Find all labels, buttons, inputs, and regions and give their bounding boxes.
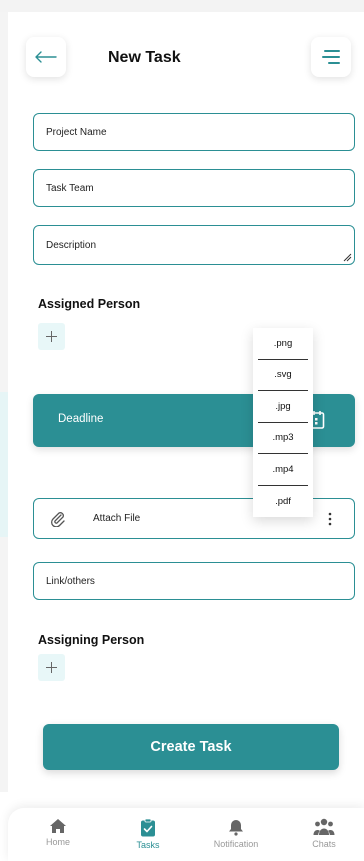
description-field[interactable]: Description <box>33 225 355 265</box>
tasks-icon <box>141 818 155 837</box>
deadline-label: Deadline <box>58 413 104 425</box>
people-icon <box>313 818 335 835</box>
paperclip-icon <box>51 512 65 527</box>
top-strip <box>0 0 364 12</box>
project-name-placeholder: Project Name <box>46 126 107 138</box>
file-type-option[interactable]: .jpg <box>258 391 308 423</box>
file-type-option[interactable]: .png <box>258 328 308 360</box>
assigned-person-heading: Assigned Person <box>38 297 141 311</box>
nav-label-notification: Notification <box>213 839 259 849</box>
nav-label-home: Home <box>45 837 70 847</box>
file-type-option[interactable]: .mp3 <box>258 423 308 454</box>
more-options-icon[interactable] <box>328 512 332 526</box>
assigning-person-heading: Assigning Person <box>38 633 145 647</box>
new-task-screen: New Task Project Name Task Team Descript… <box>0 0 364 861</box>
bottom-nav: Home Tasks Notification Chats <box>8 808 364 861</box>
task-team-placeholder: Task Team <box>46 182 94 194</box>
nav-item-tasks[interactable]: Tasks <box>118 818 178 850</box>
nav-item-home[interactable]: Home <box>28 818 88 847</box>
attach-file-label: Attach File <box>93 513 141 524</box>
add-assigned-person-button[interactable] <box>38 323 65 350</box>
link-others-field[interactable]: Link/others <box>33 562 355 600</box>
file-type-dropdown: .png .svg .jpg .mp3 .mp4 .pdf <box>253 328 313 517</box>
task-team-field[interactable]: Task Team <box>33 169 355 207</box>
bell-icon <box>229 820 243 836</box>
back-button[interactable] <box>26 37 66 77</box>
filter-menu-icon <box>322 50 340 64</box>
add-assigning-person-button[interactable] <box>38 654 65 681</box>
resize-handle-icon[interactable] <box>343 253 352 262</box>
nav-item-chats[interactable]: Chats <box>294 818 354 849</box>
create-task-button[interactable]: Create Task <box>43 724 339 770</box>
plus-icon <box>46 331 57 342</box>
nav-label-chats: Chats <box>312 839 336 849</box>
link-others-placeholder: Link/others <box>46 575 95 587</box>
nav-label-tasks: Tasks <box>136 840 160 850</box>
file-type-option[interactable]: .svg <box>258 360 308 391</box>
arrow-left-icon <box>35 51 57 63</box>
file-type-option[interactable]: .mp4 <box>258 454 308 486</box>
nav-item-notification[interactable]: Notification <box>206 818 266 849</box>
left-tint <box>0 392 8 537</box>
project-name-field[interactable]: Project Name <box>33 113 355 151</box>
file-type-option[interactable]: .pdf <box>258 486 308 518</box>
menu-button[interactable] <box>311 37 351 77</box>
description-placeholder: Description <box>46 239 97 251</box>
plus-icon <box>46 662 57 673</box>
page-title: New Task <box>108 49 181 66</box>
home-icon <box>50 819 66 833</box>
